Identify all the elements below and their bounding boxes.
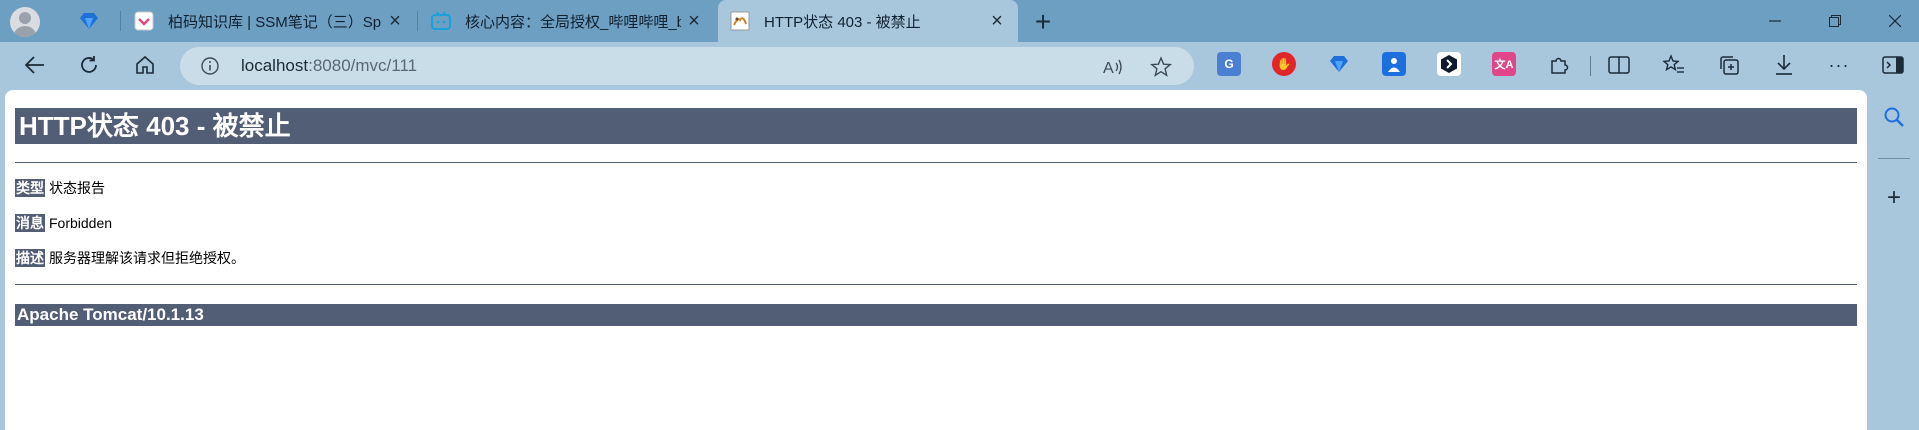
tomcat-favicon-icon xyxy=(730,11,750,31)
translate-icon[interactable]: 文A xyxy=(1492,52,1516,76)
description-value: 服务器理解该请求但拒绝授权。 xyxy=(49,250,245,266)
favorite-star-icon[interactable] xyxy=(1150,56,1172,78)
svg-text:A: A xyxy=(1103,60,1114,77)
error-heading: HTTP状态 403 - 被禁止 xyxy=(15,108,1857,144)
tab-close-icon[interactable]: × xyxy=(382,8,408,34)
diamond-icon[interactable] xyxy=(78,10,100,32)
tab-title: 柏码知识库 | SSM笔记（三）Spring xyxy=(168,13,382,31)
description-row: 描述 服务器理解该请求但拒绝授权。 xyxy=(15,249,245,267)
address-bar[interactable]: localhost:8080/mvc/111 A xyxy=(180,47,1194,85)
profile-avatar-icon[interactable] xyxy=(10,7,40,37)
sidebar-toggle-icon[interactable] xyxy=(1880,52,1906,78)
tab-strip: 柏码知识库 | SSM笔记（三）Spring × 核心内容：全局授权_哔哩哔哩_… xyxy=(0,0,1919,42)
google-translate-icon[interactable]: G xyxy=(1217,52,1241,76)
home-icon[interactable] xyxy=(130,50,160,80)
close-window-icon[interactable] xyxy=(1865,0,1919,42)
person-extension-icon[interactable] xyxy=(1382,52,1406,76)
url-text[interactable]: localhost:8080/mvc/111 xyxy=(241,56,417,76)
site-info-icon[interactable] xyxy=(200,56,220,76)
downloads-icon[interactable] xyxy=(1771,52,1797,78)
sidebar-divider xyxy=(1878,158,1910,159)
divider xyxy=(15,162,1857,163)
hex-extension-icon[interactable] xyxy=(1437,52,1461,76)
diamond-extension-icon[interactable] xyxy=(1327,52,1351,76)
message-value: Forbidden xyxy=(49,215,113,231)
restore-icon[interactable] xyxy=(1805,0,1865,42)
add-sidebar-app-icon[interactable]: + xyxy=(1881,184,1907,211)
tab-close-icon[interactable]: × xyxy=(984,8,1010,34)
read-aloud-icon[interactable]: A xyxy=(1102,56,1124,78)
message-row: 消息 Forbidden xyxy=(15,214,112,232)
url-host: localhost xyxy=(241,56,309,75)
knowledge-favicon-icon xyxy=(134,11,154,31)
minimize-icon[interactable] xyxy=(1745,0,1805,42)
refresh-icon[interactable] xyxy=(74,50,104,80)
tab-title: HTTP状态 403 - 被禁止 xyxy=(764,13,921,31)
type-row: 类型 状态报告 xyxy=(15,179,105,197)
new-tab-plus-icon[interactable]: + xyxy=(1029,6,1057,37)
toolbar-divider xyxy=(1590,56,1591,76)
type-label: 类型 xyxy=(15,179,45,197)
page-content: HTTP状态 403 - 被禁止 类型 状态报告 消息 Forbidden 描述… xyxy=(5,90,1867,430)
divider xyxy=(15,284,1857,285)
right-sidebar: + xyxy=(1868,88,1919,420)
more-options-icon[interactable]: ··· xyxy=(1826,52,1852,78)
type-value: 状态报告 xyxy=(49,180,105,196)
back-arrow-icon[interactable] xyxy=(20,50,50,80)
tab-bilibili[interactable]: 核心内容：全局授权_哔哩哔哩_bilibili × xyxy=(419,0,715,42)
message-label: 消息 xyxy=(15,214,45,232)
toolbar: localhost:8080/mvc/111 A G ✋ 文A ··· xyxy=(0,42,1919,88)
tab-http-403[interactable]: HTTP状态 403 - 被禁止 × xyxy=(718,0,1018,42)
tab-bm-knowledge[interactable]: 柏码知识库 | SSM笔记（三）Spring × xyxy=(122,0,416,42)
adblock-icon[interactable]: ✋ xyxy=(1272,52,1296,76)
favorites-list-icon[interactable] xyxy=(1661,52,1687,78)
tab-title: 核心内容：全局授权_哔哩哔哩_bilibili xyxy=(465,13,681,31)
description-label: 描述 xyxy=(15,249,45,267)
url-path: :8080/mvc/111 xyxy=(308,56,418,75)
search-icon[interactable] xyxy=(1881,104,1907,130)
bilibili-favicon-icon xyxy=(431,11,451,31)
split-screen-icon[interactable] xyxy=(1606,52,1632,78)
server-footer: Apache Tomcat/10.1.13 xyxy=(15,304,1857,326)
tab-close-icon[interactable]: × xyxy=(681,8,707,34)
collections-icon[interactable] xyxy=(1716,52,1742,78)
extensions-puzzle-icon[interactable] xyxy=(1546,52,1572,78)
